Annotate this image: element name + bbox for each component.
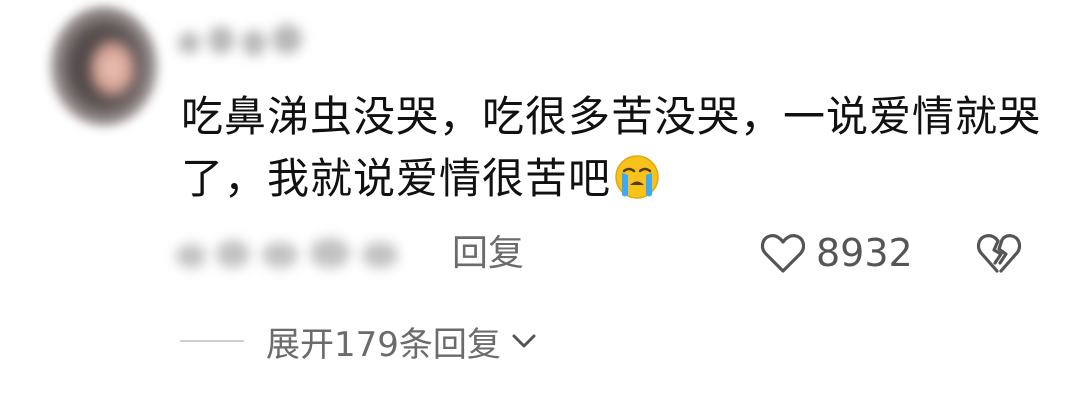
- divider-line: [180, 340, 244, 342]
- timestamp-location-blurred: [172, 232, 412, 276]
- reply-button[interactable]: 回复: [452, 232, 524, 276]
- expand-replies-button[interactable]: 展开179条回复: [180, 318, 537, 365]
- comment-body: 吃鼻涕虫没哭，吃很多苦没哭，一说爱情就哭了，我就说爱情很苦吧: [181, 92, 1042, 203]
- expand-replies-label: 展开179条回复: [266, 324, 501, 365]
- like-count: 8932: [816, 231, 913, 275]
- user-avatar[interactable]: [50, 6, 158, 126]
- broken-heart-icon[interactable]: [976, 232, 1022, 274]
- heart-outline-icon: [760, 234, 806, 273]
- comment-item: 吃鼻涕虫没哭，吃很多苦没哭，一说爱情就哭了，我就说爱情很苦吧 回复 8932 展…: [0, 0, 1080, 400]
- loudly-crying-face-icon: [615, 155, 659, 199]
- chevron-down-icon: [512, 334, 536, 348]
- comment-text: 吃鼻涕虫没哭，吃很多苦没哭，一说爱情就哭了，我就说爱情很苦吧: [181, 86, 1041, 210]
- like-button[interactable]: 8932: [760, 228, 913, 278]
- username-blurred[interactable]: [172, 18, 322, 64]
